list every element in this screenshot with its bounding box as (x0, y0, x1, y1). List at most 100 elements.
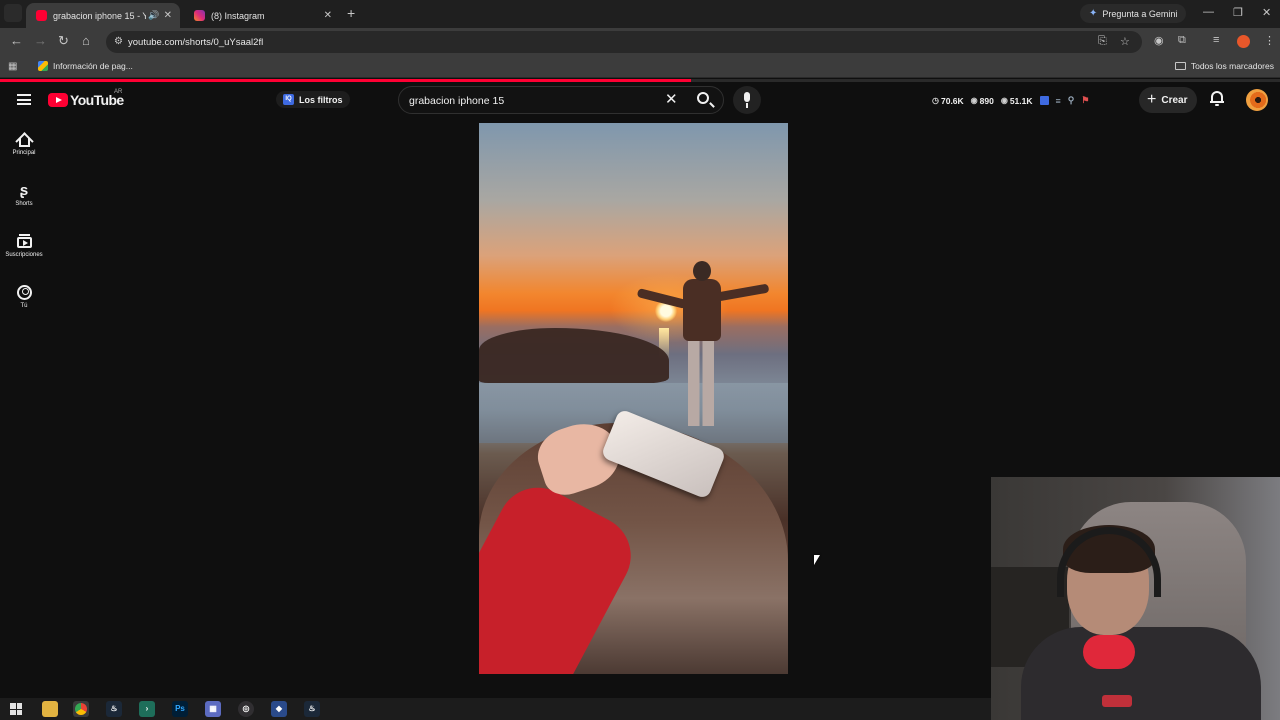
filter-extension-icon: IQ (283, 94, 294, 105)
close-tab-icon[interactable]: ✕ (164, 10, 172, 21)
pin-icon[interactable]: ⚲ (1068, 95, 1075, 106)
list-icon[interactable]: ≡ (1056, 96, 1061, 106)
install-app-icon[interactable]: ⎘ (1098, 35, 1107, 48)
minimize-icon[interactable]: — (1203, 6, 1214, 18)
create-label: Crear (1161, 94, 1188, 106)
tab-search-button[interactable] (4, 4, 22, 22)
file-explorer-icon[interactable] (42, 701, 58, 717)
person-torso (683, 279, 721, 341)
apps-grid-icon[interactable]: ▦ (8, 61, 17, 72)
red-microphone (1083, 635, 1135, 669)
bookmark-star-icon[interactable]: ☆ (1120, 35, 1130, 48)
search-icon (697, 92, 709, 104)
mouse-cursor (814, 555, 820, 565)
search-box[interactable]: grabacion iphone 15 ✕ (398, 86, 724, 114)
alert-icon[interactable]: ⚑ (1081, 95, 1089, 106)
search-input[interactable]: grabacion iphone 15 (409, 95, 504, 107)
bell-base (1210, 101, 1224, 103)
guide-item-subscriptions[interactable]: Suscripciones (0, 234, 48, 258)
shirt-logo (1102, 695, 1132, 707)
microphone-icon (744, 92, 750, 102)
home-icon (14, 132, 34, 151)
you-icon (16, 285, 32, 300)
notifications-icon[interactable] (1210, 91, 1224, 106)
menu-dots-icon[interactable]: ⋮ (1264, 34, 1275, 47)
restore-icon[interactable]: ❐ (1233, 6, 1243, 19)
bookmarks-bar: ▦ Información de pag... Todos los marcad… (0, 56, 1280, 78)
guide-label: Suscripciones (5, 252, 43, 258)
filters-button[interactable]: IQ Los filtros (276, 91, 350, 108)
bell-clapper (1215, 104, 1219, 106)
steam-icon[interactable]: ♨ (106, 701, 122, 717)
bookmark-item[interactable]: Información de pag... (38, 61, 133, 71)
forward-icon[interactable]: → (34, 34, 47, 48)
chrome-taskbar-button[interactable] (73, 701, 89, 717)
watching-stat: ◉ 890 (971, 96, 994, 106)
person-arm-right (716, 283, 770, 302)
close-tab-icon[interactable]: ✕ (324, 10, 332, 21)
filters-label: Los filtros (299, 94, 343, 105)
tab-title: (8) Instagram (211, 10, 265, 21)
extensions-puzzle-icon[interactable]: ⧉ (1178, 34, 1186, 47)
search-button[interactable] (690, 86, 724, 114)
script-app-icon[interactable]: › (139, 701, 155, 717)
guide-item-shorts[interactable]: ʂ Shorts (0, 183, 48, 207)
shorts-video[interactable] (479, 123, 788, 674)
guide-label: Shorts (15, 201, 33, 207)
microphone-stand (746, 103, 748, 108)
new-tab-icon[interactable]: + (347, 5, 355, 21)
youtube-play-icon (48, 93, 68, 107)
clear-search-icon[interactable]: ✕ (665, 92, 678, 108)
close-window-icon[interactable]: ✕ (1262, 6, 1271, 19)
extension-badge-icon[interactable] (1039, 96, 1049, 105)
clock-icon: ◷ (932, 96, 939, 105)
site-info-icon[interactable]: ⚙ (114, 36, 123, 47)
instagram-favicon-icon (194, 10, 205, 21)
network-app-icon[interactable]: ◆ (271, 701, 287, 717)
obs-icon[interactable]: ◎ (238, 701, 254, 717)
country-code: AR (114, 89, 123, 95)
guide-item-home[interactable]: Principal (0, 132, 48, 156)
media-controls-icon[interactable]: ≡ (1213, 34, 1219, 46)
person-head (693, 261, 711, 281)
watching-value: 890 (979, 95, 994, 106)
url-text: youtube.com/shorts/0_uYsaal2fl (128, 36, 264, 48)
all-bookmarks-label: Todos los marcadores (1190, 61, 1274, 71)
chrome-icon (75, 703, 87, 715)
tab-title: grabacion iphone 15 - YouTube (53, 10, 147, 21)
windows-taskbar: ♨ › Ps ▦ ◎ ◆ ♨ (0, 698, 991, 720)
home-icon[interactable]: ⌂ (82, 34, 90, 48)
windows-start-icon[interactable] (10, 703, 22, 715)
guide-item-you[interactable]: Tú (0, 285, 48, 309)
calculator-icon[interactable]: ▦ (205, 701, 221, 717)
eye-icon: ◉ (970, 96, 978, 105)
gemini-button[interactable]: ✦ Pregunta a Gemini (1080, 4, 1187, 23)
tab-youtube[interactable]: grabacion iphone 15 - YouTube 🔊 ✕ (26, 3, 180, 28)
video-stats: ◷ 70.6K ◉ 890 ◉ 51.1K ≡ ⚲ ⚑ (932, 95, 1096, 106)
shorts-icon: ʂ (19, 182, 29, 199)
tab-instagram[interactable]: (8) Instagram ✕ (184, 3, 340, 28)
youtube-favicon-icon (36, 10, 47, 21)
extension-icon[interactable]: ◉ (1154, 34, 1164, 47)
menu-icon[interactable] (17, 94, 31, 105)
folder-icon (1174, 62, 1186, 70)
create-button[interactable]: + Crear (1139, 87, 1197, 113)
photoshop-icon[interactable]: Ps (172, 701, 188, 717)
back-icon[interactable]: ← (10, 34, 23, 48)
steam-icon[interactable]: ♨ (304, 701, 320, 717)
youtube-logo[interactable]: YouTube AR (48, 89, 124, 108)
profile-icon[interactable] (1237, 35, 1250, 48)
plus-icon: + (1147, 91, 1157, 108)
views-stat: ◷ 70.6K (932, 96, 964, 106)
browser-tabstrip: grabacion iphone 15 - YouTube 🔊 ✕ (8) In… (0, 0, 1280, 28)
voice-search-button[interactable] (733, 86, 761, 114)
avatar[interactable] (1246, 89, 1268, 111)
speaker-icon[interactable]: 🔊 (148, 10, 159, 21)
reload-icon[interactable]: ↻ (58, 34, 69, 48)
address-bar[interactable]: ⚙ youtube.com/shorts/0_uYsaal2fl ⎘ ☆ (106, 31, 1142, 53)
views-value: 70.6K (940, 95, 964, 106)
guide-label: Tú (20, 303, 28, 309)
person-silhouette (636, 261, 770, 426)
all-bookmarks-button[interactable]: Todos los marcadores (1174, 61, 1274, 71)
likes-stat: ◉ 51.1K (1001, 96, 1033, 106)
